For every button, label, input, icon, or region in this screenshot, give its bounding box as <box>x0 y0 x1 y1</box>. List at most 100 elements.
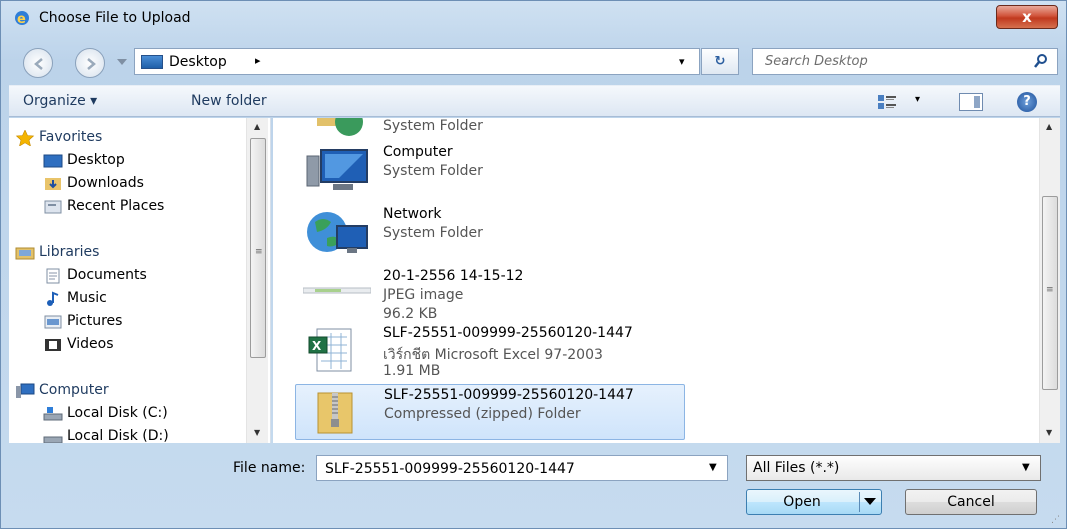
scroll-down-icon[interactable]: ▼ <box>254 428 260 437</box>
excel-file-icon: X <box>308 328 352 372</box>
search-placeholder: Search Desktop <box>765 54 868 69</box>
list-item-zip[interactable]: SLF-25551-009999-25560120-1447 Compresse… <box>295 384 685 440</box>
desktop-icon <box>141 55 163 69</box>
sidebar-item-downloads[interactable]: Downloads <box>45 175 144 191</box>
videos-icon <box>45 339 61 351</box>
libraries-icon <box>15 247 35 260</box>
file-type: System Folder <box>383 225 483 241</box>
svg-text:X: X <box>312 339 322 353</box>
file-name: SLF-25551-009999-25560120-1447 <box>384 387 634 403</box>
file-name: SLF-25551-009999-25560120-1447 <box>383 325 633 341</box>
address-location[interactable]: Desktop <box>169 54 227 70</box>
sidebar-item-label: Videos <box>67 336 114 352</box>
sidebar-item-label: Computer <box>39 382 109 398</box>
search-input[interactable]: Search Desktop <box>752 48 1058 75</box>
file-list: System Folder Computer System Folder Net… <box>273 118 1060 443</box>
scroll-up-icon[interactable]: ▲ <box>1046 122 1052 131</box>
file-type: JPEG image <box>383 287 464 303</box>
sidebar-item-label: Local Disk (D:) <box>67 428 169 443</box>
address-dropdown-icon[interactable]: ▾ <box>679 55 685 68</box>
open-split-dropdown[interactable] <box>859 492 879 512</box>
preview-pane-button[interactable] <box>959 93 983 111</box>
grip-icon: ≡ <box>255 247 263 257</box>
file-type: Compressed (zipped) Folder <box>384 406 581 422</box>
sidebar-item-libraries[interactable]: Libraries <box>15 244 100 260</box>
sidebar-item-documents[interactable]: Documents <box>46 267 147 284</box>
sidebar-item-label: Local Disk (C:) <box>67 405 168 421</box>
desktop-icon <box>43 154 63 168</box>
breadcrumb-chevron-icon[interactable]: ▸ <box>255 54 261 67</box>
sidebar-item-disk-d[interactable]: Local Disk (D:) <box>43 428 169 443</box>
back-arrow-icon <box>34 58 43 70</box>
sidebar-item-music[interactable]: Music <box>47 290 107 306</box>
back-button[interactable] <box>23 48 53 78</box>
views-dropdown-icon[interactable]: ▾ <box>915 94 920 105</box>
search-icon[interactable] <box>1033 53 1049 69</box>
navigation-scrollbar[interactable]: ▲ ≡ ▼ <box>246 118 268 443</box>
file-type-filter-value: All Files (*.*) <box>753 460 840 476</box>
list-item-excel[interactable]: X SLF-25551-009999-25560120-1447 เวิร์กช… <box>295 323 685 379</box>
file-name-label: File name: <box>233 460 306 476</box>
sidebar-item-disk-c[interactable]: Local Disk (C:) <box>43 405 168 421</box>
internet-explorer-icon: e <box>15 11 29 27</box>
documents-icon <box>46 268 60 284</box>
sidebar-item-label: Downloads <box>67 175 144 191</box>
computer-icon <box>306 149 368 190</box>
chevron-down-icon <box>864 498 876 505</box>
downloads-folder-icon <box>45 178 61 190</box>
recent-pages-dropdown-icon[interactable] <box>117 59 127 65</box>
file-name-dropdown-icon[interactable]: ▼ <box>709 462 717 473</box>
local-disk-d-icon <box>43 436 63 443</box>
file-type-filter[interactable]: All Files (*.*) ▼ <box>746 455 1041 481</box>
list-item-jpeg[interactable]: 20-1-2556 14-15-12 JPEG image 96.2 KB <box>295 266 685 322</box>
new-folder-button[interactable]: New folder <box>191 93 267 109</box>
file-list-scrollbar[interactable]: ▲ ≡ ▼ <box>1039 118 1060 443</box>
sidebar-item-computer[interactable]: Computer <box>16 382 109 398</box>
sidebar-item-recent-places[interactable]: Recent Places <box>44 198 164 214</box>
jpeg-thumbnail-icon <box>303 287 371 294</box>
forward-button[interactable] <box>75 48 105 78</box>
sidebar-item-videos[interactable]: Videos <box>45 336 114 352</box>
scroll-up-icon[interactable]: ▲ <box>254 122 260 131</box>
help-button[interactable]: ? <box>1017 92 1037 112</box>
star-icon <box>15 130 35 146</box>
file-dialog-window: e Choose File to Upload x Desktop ▸ ▾ ↻ … <box>0 0 1067 529</box>
file-name-value[interactable]: SLF-25551-009999-25560120-1447 <box>325 461 575 477</box>
sidebar-item-label: Music <box>67 290 107 306</box>
open-button[interactable]: Open <box>746 489 882 515</box>
refresh-button[interactable]: ↻ <box>701 48 739 75</box>
file-type: System Folder <box>383 163 483 179</box>
cancel-button[interactable]: Cancel <box>905 489 1037 515</box>
file-name: Network <box>383 206 442 222</box>
file-name-field[interactable]: SLF-25551-009999-25560120-1447 ▼ <box>316 455 728 481</box>
file-name: 20-1-2556 14-15-12 <box>383 268 524 284</box>
scroll-down-icon[interactable]: ▼ <box>1046 428 1052 437</box>
change-view-icon[interactable] <box>877 94 897 110</box>
sidebar-item-label: Desktop <box>67 152 125 168</box>
computer-icon <box>16 383 35 398</box>
address-bar[interactable]: Desktop ▸ ▾ <box>134 48 700 75</box>
scroll-thumb[interactable]: ≡ <box>1042 196 1058 390</box>
recent-places-icon <box>44 200 62 214</box>
sidebar-item-label: Documents <box>67 267 147 283</box>
title-bar[interactable]: e Choose File to Upload x <box>1 1 1066 35</box>
sidebar-item-pictures[interactable]: Pictures <box>44 313 123 329</box>
forward-arrow-icon <box>87 58 96 70</box>
list-item-network[interactable]: Network System Folder <box>295 204 685 260</box>
network-icon <box>307 212 368 253</box>
organize-menu[interactable]: Organize ▾ <box>23 93 97 109</box>
pictures-icon <box>44 315 62 329</box>
sidebar-item-label: Libraries <box>39 244 100 260</box>
grip-icon: ≡ <box>1046 285 1054 295</box>
resize-grip-icon[interactable]: ⋰ <box>1051 515 1060 525</box>
sidebar-item-label: Pictures <box>67 313 123 329</box>
sidebar-item-favorites[interactable]: Favorites <box>15 129 102 146</box>
scroll-thumb[interactable]: ≡ <box>250 138 266 358</box>
close-button[interactable]: x <box>996 5 1058 29</box>
svg-text:e: e <box>17 12 26 27</box>
file-size: 96.2 KB <box>383 306 438 322</box>
list-item-computer[interactable]: Computer System Folder <box>295 142 685 198</box>
chevron-down-icon[interactable]: ▼ <box>1022 462 1030 473</box>
sidebar-item-desktop[interactable]: Desktop <box>43 152 125 168</box>
command-toolbar: Organize ▾ New folder ▾ ? <box>9 85 1060 117</box>
